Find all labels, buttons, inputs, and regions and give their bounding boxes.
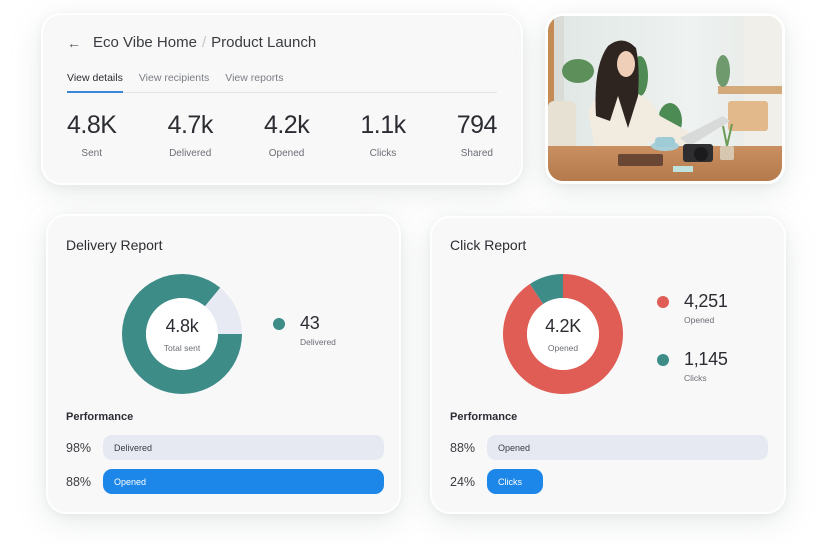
stat-shared: 794 Shared (456, 110, 498, 159)
legend-label: Delivered (300, 337, 336, 347)
stat-value: 4.7k (167, 111, 214, 139)
click-donut-chart: 4.2K Opened (501, 272, 625, 396)
arrow-left-icon[interactable]: ← (67, 35, 81, 51)
stat-delivered: 4.7k Delivered (167, 110, 214, 159)
delivery-report-card: Delivery Report 4.8k Total sent 43 Deliv… (46, 214, 401, 514)
performance-percent: 88% (66, 474, 92, 489)
breadcrumb-separator: / (201, 34, 207, 51)
performance-row-clicks: 24% Clicks (450, 469, 768, 494)
tab-view-reports[interactable]: View reports (225, 70, 283, 93)
performance-track: Opened (487, 435, 768, 460)
performance-bar[interactable]: Opened (487, 435, 768, 460)
performance-bar[interactable]: Opened (103, 469, 384, 494)
stat-label: Shared (460, 148, 493, 159)
performance-track: Clicks (487, 469, 768, 494)
tab-view-recipients[interactable]: View recipients (139, 70, 209, 93)
tab-view-details[interactable]: View details (67, 70, 123, 93)
performance-row-delivered: 98% Delivered (66, 435, 384, 460)
performance-track: Opened (103, 469, 384, 494)
delivery-donut-chart: 4.8k Total sent (120, 272, 244, 396)
legend-dot (657, 296, 669, 308)
performance-title: Performance (66, 411, 134, 423)
performance-title: Performance (450, 411, 518, 423)
performance-track: Delivered (103, 435, 384, 460)
click-report-card: Click Report 4.2K Opened 4,251 Opened 1,… (430, 216, 786, 514)
legend-clicks: 1,145 Clicks (657, 348, 728, 383)
stat-label: Clicks (369, 148, 397, 159)
stat-opened: 4.2k Opened (263, 110, 310, 159)
breadcrumb-parent[interactable]: Eco Vibe Home (93, 34, 197, 51)
performance-row-opened: 88% Opened (66, 469, 384, 494)
legend-dot (657, 354, 669, 366)
legend-dot (273, 318, 285, 330)
legend-label: Opened (684, 315, 715, 325)
stat-value: 4.8K (67, 111, 117, 139)
stat-value: 1.1k (360, 111, 406, 139)
photo-card (545, 13, 785, 184)
stat-value: 4.2k (263, 111, 310, 139)
stat-label: Opened (268, 148, 305, 159)
performance-percent: 88% (450, 440, 476, 455)
report-title: Click Report (450, 237, 527, 253)
performance-bar[interactable]: Clicks (487, 469, 544, 494)
breadcrumb: ← Eco Vibe Home / Product Launch (67, 34, 316, 51)
stat-sent: 4.8K Sent (67, 110, 117, 159)
woman-working-photo (548, 16, 782, 181)
performance-percent: 98% (66, 440, 92, 455)
donut-center-label: Total sent (163, 342, 201, 353)
legend-label: Clicks (684, 373, 707, 383)
legend-delivered: 43 Delivered (273, 312, 336, 347)
donut-center-label: Opened (547, 342, 579, 353)
stat-value: 794 (456, 111, 498, 139)
performance-bar[interactable]: Delivered (103, 435, 384, 460)
donut-center-value: 4.2K (545, 315, 581, 336)
legend-opened: 4,251 Opened (657, 290, 728, 325)
legend-value: 1,145 (684, 349, 728, 369)
donut-center-value: 4.8k (165, 315, 199, 336)
donut-center: 4.8k Total sent (120, 272, 244, 396)
performance-row-opened: 88% Opened (450, 435, 768, 460)
report-title: Delivery Report (66, 237, 163, 253)
stat-label: Delivered (169, 148, 212, 159)
legend-value: 4,251 (684, 291, 728, 311)
performance-percent: 24% (450, 474, 476, 489)
tab-bar: View details View recipients View report… (67, 70, 497, 93)
donut-center: 4.2K Opened (501, 272, 625, 396)
breadcrumb-current: Product Launch (211, 34, 317, 51)
campaign-summary-card: ← Eco Vibe Home / Product Launch View de… (41, 13, 523, 185)
legend-value: 43 (300, 313, 320, 333)
stats-row: 4.8K Sent 4.7k Delivered 4.2k Opened 1.1… (67, 110, 497, 159)
stat-label: Sent (81, 148, 102, 159)
stat-clicks: 1.1k Clicks (360, 110, 406, 159)
